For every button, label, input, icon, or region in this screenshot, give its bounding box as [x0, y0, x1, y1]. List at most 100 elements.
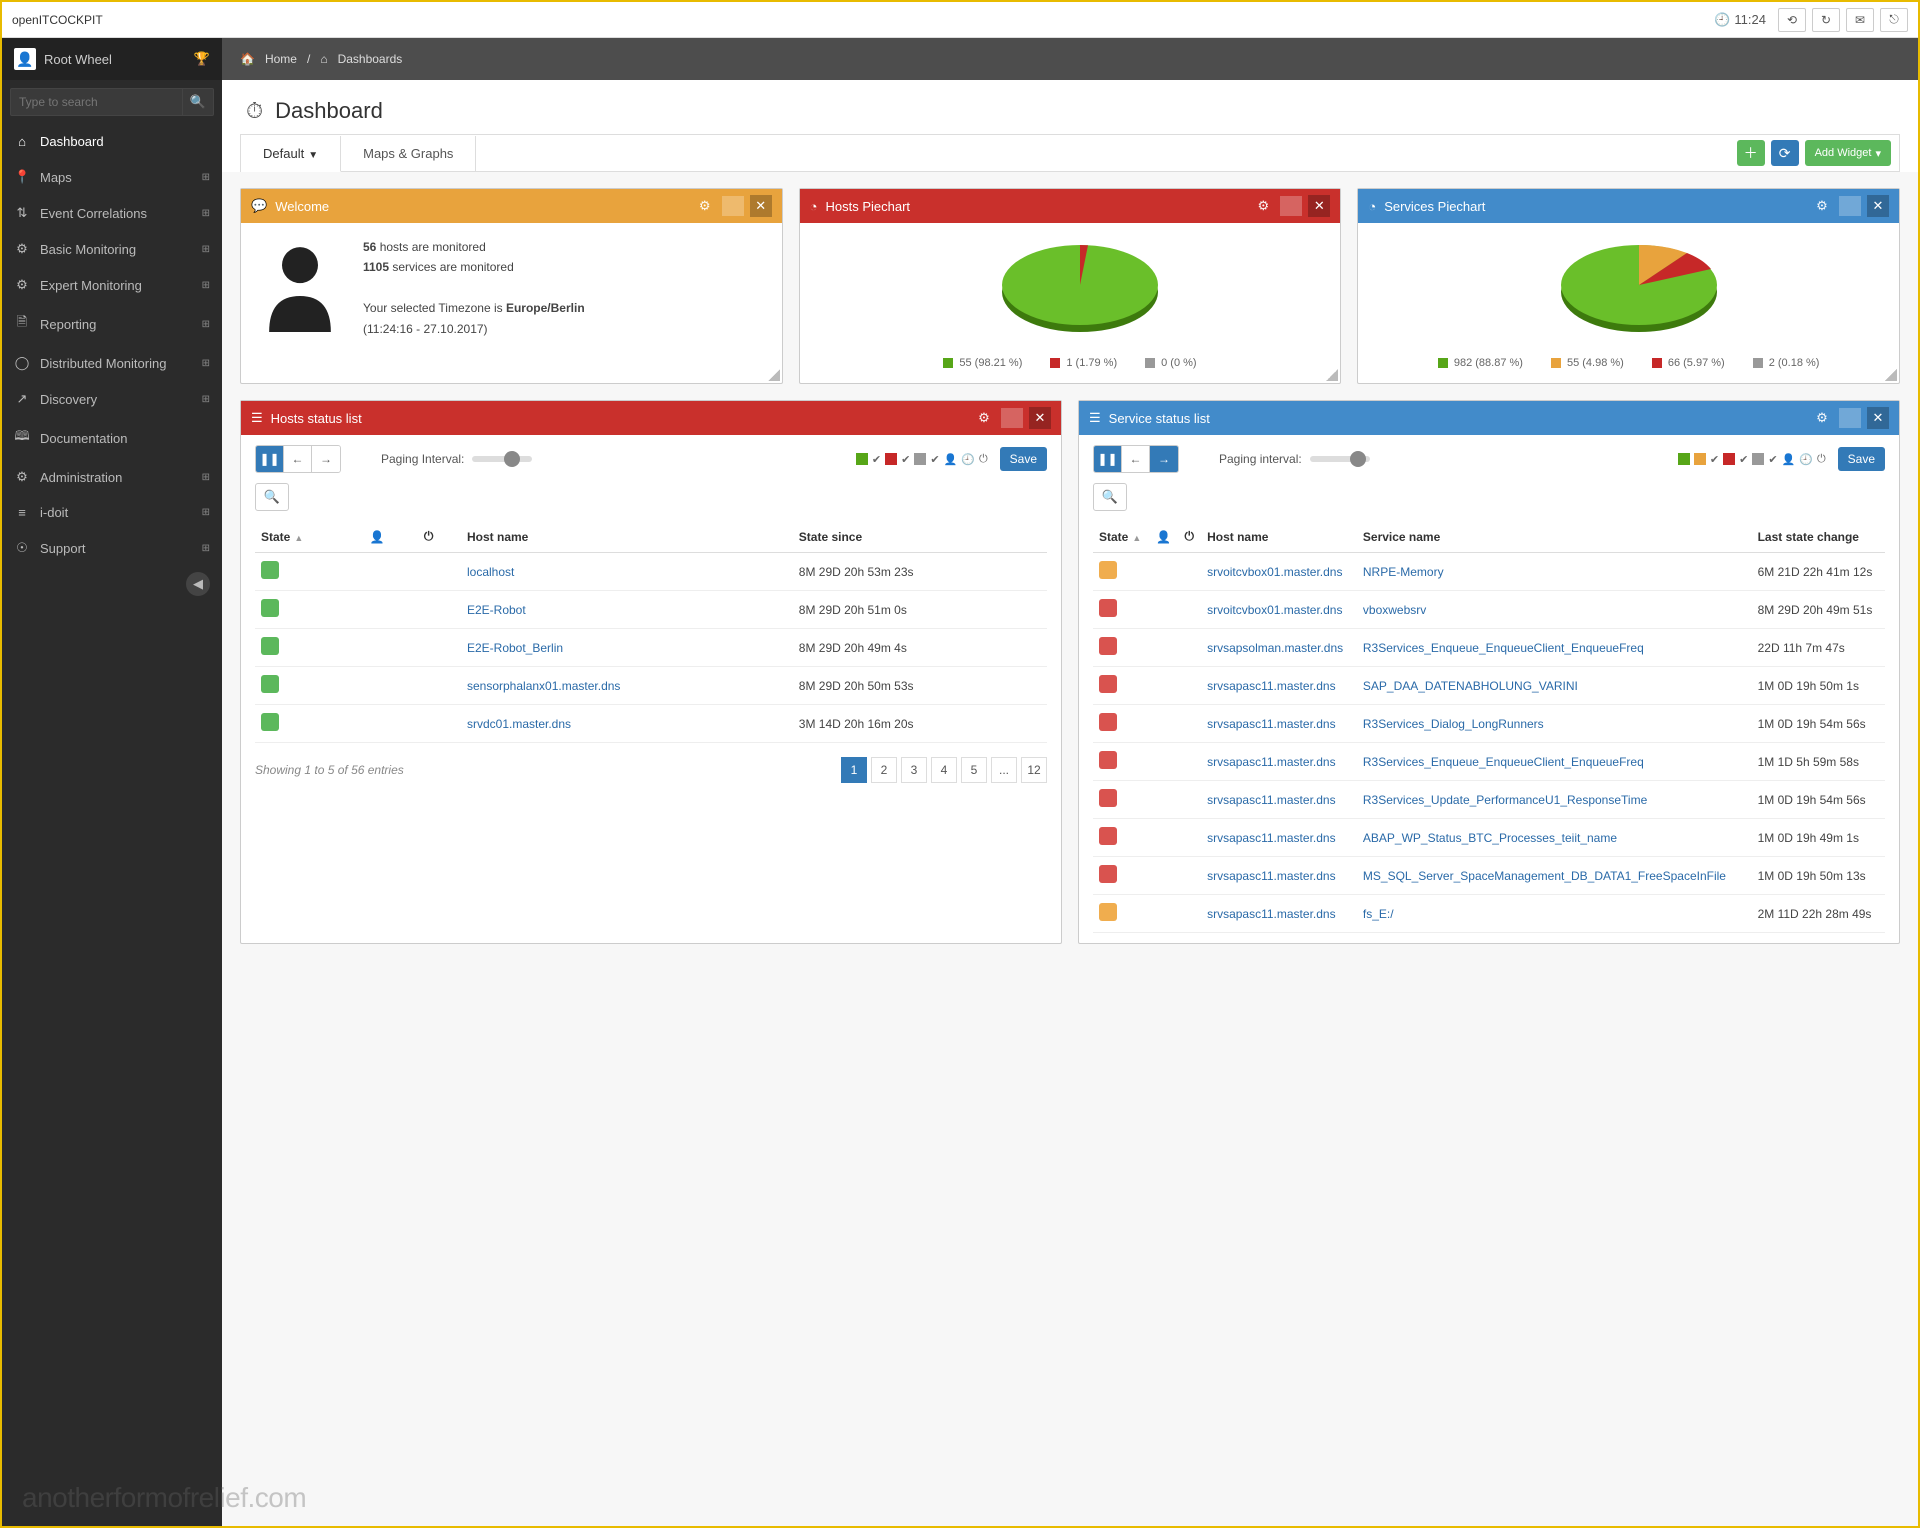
search-toggle[interactable]: 🔍 — [255, 483, 289, 511]
filter-unknown[interactable] — [1752, 453, 1764, 465]
host-link[interactable]: srvsapasc11.master.dns — [1207, 831, 1336, 845]
host-link[interactable]: srvdc01.master.dns — [467, 717, 571, 731]
tab-maps-graphs[interactable]: Maps & Graphs — [341, 136, 476, 171]
logout-icon[interactable]: ⎋ — [1880, 8, 1908, 32]
service-link[interactable]: vboxwebsrv — [1363, 603, 1426, 617]
filter-crit[interactable] — [1723, 453, 1735, 465]
search-input[interactable] — [10, 88, 183, 116]
retweet-icon[interactable]: ⟲ — [1778, 8, 1806, 32]
collapse-icon[interactable]: ◀ — [186, 572, 210, 596]
page-5[interactable]: 5 — [961, 757, 987, 783]
sidebar-item-maps[interactable]: 📍Maps⊞ — [2, 159, 222, 195]
gear-icon[interactable]: ⚙ — [1252, 195, 1274, 217]
resize-handle[interactable] — [768, 369, 780, 381]
service-link[interactable]: R3Services_Dialog_LongRunners — [1363, 717, 1544, 731]
sidebar-item-distributed-monitoring[interactable]: ◯Distributed Monitoring⊞ — [2, 345, 222, 381]
close-icon[interactable]: ✕ — [1867, 195, 1889, 217]
col-service[interactable]: Service name — [1357, 521, 1752, 553]
sidebar-item-discovery[interactable]: ↗Discovery⊞ — [2, 381, 222, 417]
service-link[interactable]: R3Services_Update_PerformanceU1_Response… — [1363, 793, 1647, 807]
close-icon[interactable]: ✕ — [1308, 195, 1330, 217]
filter-ok[interactable] — [1678, 453, 1690, 465]
save-button[interactable]: Save — [1838, 447, 1885, 471]
close-icon[interactable]: ✕ — [1029, 407, 1051, 429]
clock-icon[interactable]: 🕘 — [1799, 453, 1813, 466]
sidebar-user[interactable]: 👤 Root Wheel 🏆 — [2, 38, 222, 80]
service-link[interactable]: SAP_DAA_DATENABHOLUNG_VARINI — [1363, 679, 1578, 693]
host-link[interactable]: E2E-Robot — [467, 603, 526, 617]
col-down[interactable]: ⏻ — [1178, 521, 1201, 553]
page-3[interactable]: 3 — [901, 757, 927, 783]
gear-icon[interactable]: ⚙ — [973, 407, 995, 429]
power-icon[interactable]: ⏻ — [1817, 453, 1826, 466]
host-link[interactable]: srvsapsolman.master.dns — [1207, 641, 1343, 655]
gear-icon[interactable]: ⚙ — [1811, 407, 1833, 429]
user-icon[interactable]: 👤 — [944, 453, 958, 466]
pause-icon[interactable]: ❚❚ — [1094, 446, 1122, 472]
col-hostname[interactable]: Host name — [1201, 521, 1357, 553]
user-icon[interactable]: 👤 — [1782, 453, 1796, 466]
service-link[interactable]: MS_SQL_Server_SpaceManagement_DB_DATA1_F… — [1363, 869, 1726, 883]
service-link[interactable]: NRPE-Memory — [1363, 565, 1444, 579]
collapse-icon[interactable] — [1839, 196, 1861, 216]
breadcrumb-dashboards[interactable]: Dashboards — [338, 52, 403, 66]
resize-handle[interactable] — [1326, 369, 1338, 381]
host-link[interactable]: srvoitcvbox01.master.dns — [1207, 565, 1342, 579]
close-icon[interactable]: ✕ — [750, 195, 772, 217]
page-4[interactable]: 4 — [931, 757, 957, 783]
widget-header[interactable]: ☰ Hosts status list ⚙ ✕ — [241, 401, 1061, 435]
sidebar-item-event-correlations[interactable]: ⇅Event Correlations⊞ — [2, 195, 222, 231]
add-tab-button[interactable]: ＋ — [1737, 140, 1765, 166]
page-1[interactable]: 1 — [841, 757, 867, 783]
collapse-icon[interactable] — [722, 196, 744, 216]
power-icon[interactable]: ⏻ — [979, 453, 988, 466]
filter-warn[interactable] — [1694, 453, 1706, 465]
prev-icon[interactable]: ← — [1122, 446, 1150, 472]
sidebar-item-dashboard[interactable]: ⌂Dashboard — [2, 124, 222, 159]
page-...[interactable]: ... — [991, 757, 1017, 783]
host-link[interactable]: E2E-Robot_Berlin — [467, 641, 563, 655]
host-link[interactable]: srvsapasc11.master.dns — [1207, 907, 1336, 921]
next-icon[interactable]: → — [1150, 446, 1178, 472]
host-link[interactable]: srvsapasc11.master.dns — [1207, 679, 1336, 693]
page-12[interactable]: 12 — [1021, 757, 1047, 783]
service-link[interactable]: R3Services_Enqueue_EnqueueClient_Enqueue… — [1363, 641, 1644, 655]
prev-icon[interactable]: ← — [284, 446, 312, 472]
widget-header[interactable]: 💬 Welcome ⚙ ✕ — [241, 189, 782, 223]
col-ack[interactable]: 👤 — [1150, 521, 1178, 553]
col-ack[interactable]: 👤 — [364, 521, 418, 553]
col-state[interactable]: State▲ — [255, 521, 364, 553]
sidebar-item-documentation[interactable]: 🕮Documentation — [2, 417, 222, 459]
filter-unreach[interactable] — [914, 453, 926, 465]
widget-header[interactable]: ◔ Services Piechart ⚙ ✕ — [1358, 189, 1899, 223]
collapse-icon[interactable] — [1839, 408, 1861, 428]
paging-slider[interactable] — [1310, 456, 1370, 462]
col-since[interactable]: State since — [793, 521, 1047, 553]
refresh-icon[interactable]: ↻ — [1812, 8, 1840, 32]
save-button[interactable]: Save — [1000, 447, 1047, 471]
col-hostname[interactable]: Host name — [461, 521, 793, 553]
mail-icon[interactable]: ✉ — [1846, 8, 1874, 32]
sidebar-item-expert-monitoring[interactable]: ⚙Expert Monitoring⊞ — [2, 267, 222, 303]
gear-icon[interactable]: ⚙ — [694, 195, 716, 217]
col-down[interactable]: ⏻ — [418, 521, 461, 553]
paging-slider[interactable] — [472, 456, 532, 462]
host-link[interactable]: localhost — [467, 565, 514, 579]
gear-icon[interactable]: ⚙ — [1811, 195, 1833, 217]
filter-up[interactable] — [856, 453, 868, 465]
clock-icon[interactable]: 🕘 — [961, 453, 975, 466]
host-link[interactable]: srvoitcvbox01.master.dns — [1207, 603, 1342, 617]
refresh-button[interactable]: ⟳ — [1771, 140, 1799, 166]
sidebar-item-administration[interactable]: ⚙Administration⊞ — [2, 459, 222, 495]
sidebar-item-basic-monitoring[interactable]: ⚙Basic Monitoring⊞ — [2, 231, 222, 267]
filter-down[interactable] — [885, 453, 897, 465]
collapse-icon[interactable] — [1280, 196, 1302, 216]
widget-header[interactable]: ◔ Hosts Piechart ⚙ ✕ — [800, 189, 1341, 223]
col-state[interactable]: State▲ — [1093, 521, 1150, 553]
sidebar-item-reporting[interactable]: 🗎Reporting⊞ — [2, 303, 222, 345]
host-link[interactable]: srvsapasc11.master.dns — [1207, 717, 1336, 731]
search-toggle[interactable]: 🔍 — [1093, 483, 1127, 511]
host-link[interactable]: srvsapasc11.master.dns — [1207, 755, 1336, 769]
host-link[interactable]: sensorphalanx01.master.dns — [467, 679, 620, 693]
next-icon[interactable]: → — [312, 446, 340, 472]
